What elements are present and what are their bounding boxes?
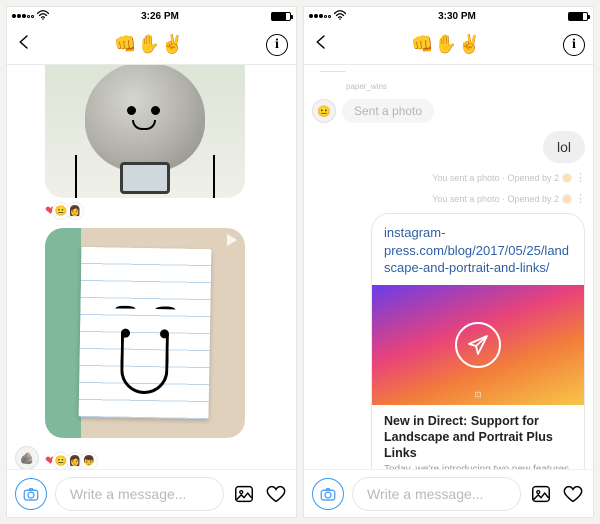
message-row [15, 71, 288, 198]
gallery-button[interactable] [232, 482, 256, 506]
message-input[interactable]: Write a message... [55, 477, 224, 511]
sender-avatar[interactable] [320, 71, 346, 72]
chat-title[interactable]: 👊✋✌️ [114, 34, 184, 55]
input-placeholder: Write a message... [367, 486, 483, 502]
reaction-avatar: 👦 [80, 452, 98, 469]
link-url: instagram-press.com/blog/2017/05/25/land… [372, 214, 584, 285]
composer-bar: Write a message... [7, 469, 296, 517]
chat-title[interactable]: 👊✋✌️ [411, 34, 481, 55]
delivery-status: You sent a photo · Opened by 2 ⋮ [312, 171, 585, 184]
composer-bar: Write a message... [304, 469, 593, 517]
signal-strength-icon [12, 14, 34, 18]
battery-icon [568, 12, 588, 21]
message-row-outgoing: lol [312, 131, 585, 163]
more-icon[interactable]: ⋮ [575, 192, 585, 205]
camera-button[interactable] [312, 478, 344, 510]
status-bar: 3:30 PM [304, 7, 593, 25]
sender-username: paper_wins [346, 82, 585, 91]
message-row-outgoing: instagram-press.com/blog/2017/05/25/land… [312, 213, 585, 469]
tablet-prop [120, 162, 170, 194]
sender-avatar[interactable]: 🪨 [15, 446, 39, 469]
signal-strength-icon [309, 14, 331, 18]
paper-character-image [79, 247, 212, 419]
share-icon [455, 322, 501, 368]
camera-button[interactable] [15, 478, 47, 510]
back-button[interactable] [312, 33, 330, 56]
gallery-button[interactable] [529, 482, 553, 506]
link-headline: New in Direct: Support for Landscape and… [372, 405, 584, 464]
delivery-status: You sent a photo · Opened by 2 ⋮ [312, 192, 585, 205]
status-bar: 3:26 PM [7, 7, 296, 25]
chat-body[interactable]: paper_wins 😐 Sent a photo lol You sent a… [304, 65, 593, 469]
input-placeholder: Write a message... [70, 486, 186, 502]
status-time: 3:26 PM [141, 11, 179, 22]
photo-message[interactable] [45, 65, 245, 198]
sender-avatar[interactable]: 😐 [312, 99, 336, 123]
nav-bar: 👊✋✌️ i [7, 25, 296, 65]
like-button[interactable] [561, 482, 585, 506]
message-input[interactable]: Write a message... [352, 477, 521, 511]
info-button[interactable]: i [266, 34, 288, 56]
sent-photo-label[interactable]: Sent a photo [342, 99, 434, 123]
viewer-avatar [562, 194, 572, 204]
phone-left: 3:26 PM 👊✋✌️ i ❤ 😐 👩 [6, 6, 297, 518]
video-message[interactable] [45, 228, 245, 438]
info-button[interactable]: i [563, 34, 585, 56]
status-time: 3:30 PM [438, 11, 476, 22]
wifi-icon [334, 10, 346, 23]
nav-bar: 👊✋✌️ i [304, 25, 593, 65]
phone-right: 3:30 PM 👊✋✌️ i paper_wins 😐 Sent a photo… [303, 6, 594, 518]
message-row: 🪨 ❤ 😐 👩 👦 [15, 446, 288, 469]
link-preview-card[interactable]: instagram-press.com/blog/2017/05/25/land… [371, 213, 585, 469]
like-button[interactable] [264, 482, 288, 506]
more-icon[interactable]: ⋮ [575, 171, 585, 184]
reactions-bar[interactable]: ❤ 😐 👩 [45, 202, 288, 220]
reactions-bar[interactable]: ❤ 😐 👩 👦 [45, 452, 98, 469]
viewer-avatar [562, 173, 572, 183]
back-button[interactable] [15, 33, 33, 56]
message-row: 😐 Sent a photo [312, 99, 585, 123]
wifi-icon [37, 10, 49, 23]
link-preview-image: ⊡ [372, 285, 584, 405]
play-icon [227, 234, 237, 246]
outgoing-message[interactable]: lol [543, 131, 585, 163]
reaction-avatar: 👩 [66, 202, 84, 220]
chat-body[interactable]: ❤ 😐 👩 🪨 ❤ 😐 👩 👦 [7, 65, 296, 469]
message-row [15, 228, 288, 438]
link-description: Today, we're introducing two new feature… [372, 463, 584, 469]
battery-icon [271, 12, 291, 21]
instagram-mark-icon: ⊡ [475, 390, 482, 399]
